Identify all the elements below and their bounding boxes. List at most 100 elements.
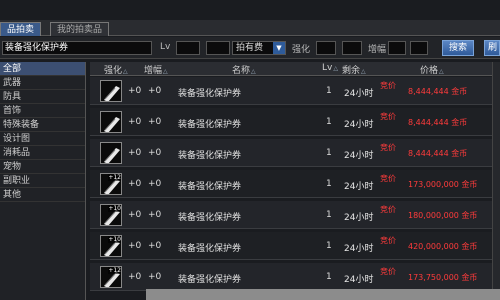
cell-price: 8,444,444 金币 bbox=[408, 118, 468, 127]
cell-time: 24小时 bbox=[344, 275, 374, 285]
cell-price: 8,444,444 金币 bbox=[408, 149, 468, 158]
cell-amplify: +0 bbox=[148, 86, 162, 96]
amplify-input-2[interactable] bbox=[410, 41, 428, 55]
item-level-badge: +12 bbox=[108, 174, 121, 181]
sort-icon: △ bbox=[439, 68, 444, 75]
cell-price: 173,000,000 金币 bbox=[408, 180, 478, 189]
cell-price: 420,000,000 金币 bbox=[408, 242, 478, 251]
lv-max-input[interactable] bbox=[206, 41, 230, 55]
cell-name: 装备强化保护券 bbox=[178, 120, 242, 130]
category-special-equipment[interactable]: 特殊装备 bbox=[0, 118, 85, 132]
item-level-badge: +10 bbox=[108, 236, 121, 243]
category-sidebar: 全部 武器 防具 首饰 特殊装备 设计图 消耗品 宠物 副职业 其他 bbox=[0, 62, 86, 300]
item-level-badge: +10 bbox=[108, 205, 121, 212]
cell-lv: 1 bbox=[326, 148, 332, 158]
sort-icon: △ bbox=[361, 68, 366, 75]
category-armor[interactable]: 防具 bbox=[0, 90, 85, 104]
category-weapons[interactable]: 武器 bbox=[0, 76, 85, 90]
reset-button[interactable]: 刷 bbox=[484, 40, 500, 56]
table-row[interactable]: +0 +0 装备强化保护券 1 24小时 竞价 8,444,444 金币 bbox=[90, 108, 500, 136]
filter-select-value: 拍有费 bbox=[236, 43, 264, 53]
table-row[interactable]: +0 +0 装备强化保护券 1 24小时 竞价 8,444,444 金币 bbox=[90, 77, 500, 105]
search-button[interactable]: 搜索 bbox=[442, 40, 475, 56]
bottom-panel bbox=[146, 289, 500, 300]
cell-bid-tag: 竞价 bbox=[380, 174, 396, 183]
cell-amplify: +0 bbox=[148, 241, 162, 251]
col-reinforce[interactable]: 强化△ bbox=[104, 63, 128, 76]
col-time[interactable]: 剩余△ bbox=[342, 63, 366, 76]
item-thumbnail: +12 bbox=[100, 266, 122, 288]
cell-amplify: +0 bbox=[148, 210, 162, 220]
cell-time: 24小时 bbox=[344, 120, 374, 130]
cell-lv: 1 bbox=[326, 179, 332, 189]
category-consumables[interactable]: 消耗品 bbox=[0, 146, 85, 160]
item-level-badge: +12 bbox=[108, 267, 121, 274]
cell-time: 24小时 bbox=[344, 89, 374, 99]
cell-reinforce: +0 bbox=[128, 241, 142, 251]
item-name-input[interactable]: 装备强化保护券 bbox=[2, 41, 152, 55]
cell-reinforce: +0 bbox=[128, 148, 142, 158]
category-blueprints[interactable]: 设计图 bbox=[0, 132, 85, 146]
tab-bar: 品拍卖 我的拍卖品 bbox=[0, 20, 500, 36]
scroll-item-icon bbox=[101, 81, 121, 101]
cell-amplify: +0 bbox=[148, 179, 162, 189]
filter-select[interactable]: 拍有费 ▼ bbox=[232, 41, 286, 55]
category-jewelry[interactable]: 首饰 bbox=[0, 104, 85, 118]
cell-time: 24小时 bbox=[344, 213, 374, 223]
scrollbar[interactable] bbox=[492, 62, 500, 300]
tab-my-auctions[interactable]: 我的拍卖品 bbox=[50, 22, 110, 36]
cell-price: 173,750,000 金币 bbox=[408, 273, 478, 282]
item-thumbnail bbox=[100, 142, 122, 164]
cell-name: 装备强化保护券 bbox=[178, 151, 242, 161]
chevron-down-icon[interactable]: ▼ bbox=[273, 42, 285, 54]
table-row[interactable]: +10 +0 +0 装备强化保护券 1 24小时 竞价 420,000,000 … bbox=[90, 232, 500, 260]
amplify-input[interactable] bbox=[388, 41, 406, 55]
cell-bid-tag: 竞价 bbox=[380, 205, 396, 214]
item-thumbnail bbox=[100, 80, 122, 102]
cell-price: 8,444,444 金币 bbox=[408, 87, 468, 96]
scroll-item-icon bbox=[101, 143, 121, 163]
cell-bid-tag: 竞价 bbox=[380, 143, 396, 152]
item-thumbnail: +10 bbox=[100, 204, 122, 226]
cell-name: 装备强化保护券 bbox=[178, 244, 242, 254]
cell-lv: 1 bbox=[326, 117, 332, 127]
category-all[interactable]: 全部 bbox=[0, 62, 85, 76]
reinforce-input-2[interactable] bbox=[342, 41, 362, 55]
item-thumbnail bbox=[100, 111, 122, 133]
col-lv[interactable]: Lv△ bbox=[322, 63, 338, 73]
amplify-label: 增幅 bbox=[368, 45, 387, 55]
cell-bid-tag: 竞价 bbox=[380, 236, 396, 245]
table-row[interactable]: +12 +0 +0 装备强化保护券 1 24小时 竞价 173,000,000 … bbox=[90, 170, 500, 198]
cell-bid-tag: 竞价 bbox=[380, 81, 396, 90]
filter-bar: 装备强化保护券 Lv 拍有费 ▼ 强化 增幅 搜索 刷 bbox=[0, 37, 500, 59]
col-price[interactable]: 价格△ bbox=[420, 63, 444, 76]
cell-lv: 1 bbox=[326, 272, 332, 282]
cell-reinforce: +0 bbox=[128, 272, 142, 282]
table-row[interactable]: +12 +0 +0 装备强化保护券 1 24小时 竞价 173,750,000 … bbox=[90, 263, 500, 291]
cell-bid-tag: 竞价 bbox=[380, 112, 396, 121]
sort-icon: △ bbox=[251, 68, 256, 75]
col-amplify[interactable]: 增幅△ bbox=[144, 63, 168, 76]
table-row[interactable]: +0 +0 装备强化保护券 1 24小时 竞价 8,444,444 金币 bbox=[90, 139, 500, 167]
tab-auction[interactable]: 品拍卖 bbox=[0, 22, 42, 36]
sort-icon: △ bbox=[123, 68, 128, 75]
cell-name: 装备强化保护券 bbox=[178, 182, 242, 192]
category-subprofession[interactable]: 副职业 bbox=[0, 174, 85, 188]
cell-lv: 1 bbox=[326, 210, 332, 220]
table-row[interactable]: +10 +0 +0 装备强化保护券 1 24小时 竞价 180,000,000 … bbox=[90, 201, 500, 229]
cell-amplify: +0 bbox=[148, 148, 162, 158]
cell-name: 装备强化保护券 bbox=[178, 275, 242, 285]
col-name[interactable]: 名称△ bbox=[232, 63, 256, 76]
lv-min-input[interactable] bbox=[176, 41, 200, 55]
cell-reinforce: +0 bbox=[128, 179, 142, 189]
cell-price: 180,000,000 金币 bbox=[408, 211, 478, 220]
lv-label: Lv bbox=[160, 42, 171, 52]
category-other[interactable]: 其他 bbox=[0, 188, 85, 202]
cell-reinforce: +0 bbox=[128, 86, 142, 96]
category-pets[interactable]: 宠物 bbox=[0, 160, 85, 174]
cell-reinforce: +0 bbox=[128, 117, 142, 127]
table-header: 强化△ 增幅△ 名称△ Lv△ 剩余△ 价格△ bbox=[90, 62, 500, 76]
reinforce-input[interactable] bbox=[316, 41, 336, 55]
cell-time: 24小时 bbox=[344, 151, 374, 161]
cell-lv: 1 bbox=[326, 241, 332, 251]
